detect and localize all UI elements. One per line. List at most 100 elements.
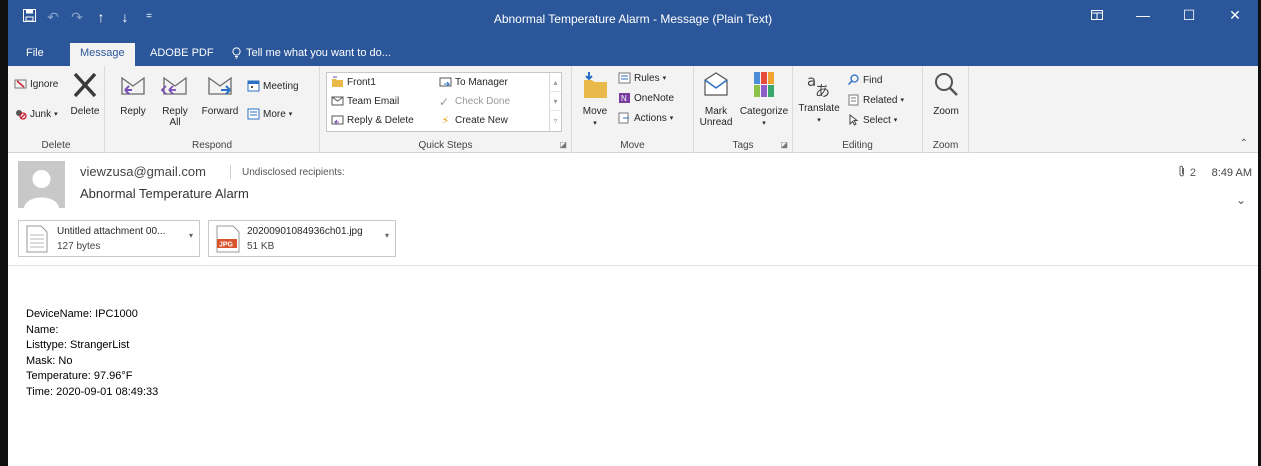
reply-icon [115,70,151,103]
folder-arrow-icon [331,76,344,88]
ignore-label: Ignore [30,78,59,90]
categorize-button[interactable]: Categorize ▾ [738,70,790,129]
find-button[interactable]: Find [847,74,882,86]
quick-step-front1[interactable]: Front1 [331,76,376,88]
quick-step-reply-delete-label: Reply & Delete [347,114,414,126]
meeting-label: Meeting [263,80,299,92]
mark-label: Mark [704,106,728,117]
attachment-dropdown-icon[interactable]: ▾ [385,231,389,240]
more-button[interactable]: More ▾ [247,108,292,120]
actions-icon [618,112,631,124]
reply-button[interactable]: Reply [115,70,151,117]
recipients[interactable]: Undisclosed recipients: [242,167,345,178]
collapse-ribbon-icon[interactable]: ⌃ [1240,138,1248,149]
quick-step-to-manager[interactable]: To Manager [439,76,508,88]
move-button[interactable]: Move ▾ [578,70,612,129]
forward-icon [197,70,243,103]
reply-all-button[interactable]: Reply All [157,70,193,128]
related-icon [847,94,860,106]
quick-steps-scrollbar[interactable]: ▴ ▾ ▿ [549,73,561,131]
rules-label: Rules [634,72,660,84]
window-controls: — ☐ ✕ [1074,0,1258,30]
forward-label: Forward [201,106,239,117]
ignore-button[interactable]: Ignore [14,78,58,90]
message-body[interactable]: DeviceName: IPC1000 Name: Listtype: Stra… [26,307,158,400]
dialog-launcher-icon[interactable]: ◪ [559,140,567,149]
zoom-button[interactable]: Zoom [927,70,965,117]
attachment-count: 2 [1189,167,1196,179]
attachment-name: 20200901084936ch01.jpg [247,226,363,237]
header-divider [8,265,1258,266]
lightbulb-icon [232,47,241,62]
editing-group-label: Editing [842,140,873,151]
body-line: Temperature: 97.96°F [26,370,133,382]
more-respond-icon [247,108,260,120]
chevron-down-icon[interactable]: ⌄ [1236,193,1246,207]
check-icon: ✓ [439,95,450,109]
body-line: Listtype: StrangerList [26,339,130,351]
quick-steps-gallery: Front1 Team Email Reply & Delete To Mana… [326,72,562,132]
avatar[interactable] [18,161,65,208]
onenote-button[interactable]: N OneNote [618,92,674,104]
translate-button[interactable]: aあ Translate ▾ [795,70,843,126]
ribbon-display-icon[interactable] [1074,0,1120,30]
junk-button[interactable]: Junk ▾ [14,108,58,120]
svg-text:N: N [621,94,627,103]
body-line: Mask: No [26,354,73,367]
dropdown-icon: ▾ [669,115,674,122]
delete-button[interactable]: Delete [68,70,102,117]
window-title: Abnormal Temperature Alarm - Message (Pl… [493,12,773,26]
tags-group-label: Tags [732,140,754,151]
quick-step-check-done[interactable]: ✓ Check Done [439,95,510,109]
attachment-card[interactable]: JPG 20200901084936ch01.jpg 51 KB ▾ [208,220,396,257]
onenote-label: OneNote [634,92,675,104]
select-label: Select [863,114,891,126]
search-icon [847,74,860,86]
move-label: Move [582,106,608,117]
mark-unread-button[interactable]: Mark Unread [696,70,736,128]
forward-button[interactable]: Forward [197,70,243,117]
text-file-icon [26,225,48,256]
body-line: DeviceName: IPC1000 [26,308,138,320]
quick-step-create-new-label: Create New [455,114,508,126]
rules-button[interactable]: Rules ▾ [618,72,666,84]
minimize-icon[interactable]: — [1120,0,1166,30]
maximize-icon[interactable]: ☐ [1166,0,1212,30]
team-email-icon [331,95,344,107]
close-icon[interactable]: ✕ [1212,0,1258,30]
move-folder-icon [578,70,612,103]
attachment-dropdown-icon[interactable]: ▾ [189,231,193,240]
quick-step-reply-delete[interactable]: Reply & Delete [331,114,414,126]
reply-all-label-2: All [169,117,181,128]
related-label: Related [863,94,898,106]
attachment-indicator: 2 [1178,165,1196,181]
quick-step-team-email[interactable]: Team Email [331,95,399,107]
dropdown-icon: ▾ [54,111,58,118]
tab-message[interactable]: Message [70,43,135,66]
junk-label: Junk [30,108,52,120]
dropdown-icon: ▾ [900,97,904,104]
zoom-group-label: Zoom [932,140,959,151]
more-quick-steps-icon[interactable]: ▿ [550,111,561,130]
tell-me-label: Tell me what you want to do... [246,47,391,59]
scroll-down-icon[interactable]: ▾ [550,92,561,111]
scroll-up-icon[interactable]: ▴ [550,73,561,92]
reply-label: Reply [120,106,146,117]
actions-button[interactable]: Actions ▾ [618,112,673,124]
dialog-launcher-icon[interactable]: ◪ [780,140,788,149]
tell-me-box[interactable]: Tell me what you want to do... [232,47,391,62]
tab-adobe-pdf[interactable]: ADOBE PDF [150,47,214,59]
ribbon-tabs: File Message ADOBE PDF Tell me what you … [8,40,1258,66]
dropdown-icon: ▾ [662,75,667,82]
attachment-card[interactable]: Untitled attachment 00... 127 bytes ▾ [18,220,200,257]
meeting-icon [247,80,260,92]
reply-all-icon [157,70,193,103]
respond-group-label: Respond [191,140,233,151]
sender-address[interactable]: viewzusa@gmail.com [80,164,206,179]
meeting-button[interactable]: Meeting [247,80,299,92]
related-button[interactable]: Related ▾ [847,94,904,106]
select-button[interactable]: Select ▾ [847,113,897,126]
quick-step-create-new[interactable]: ⚡ Create New [439,114,508,128]
message-subject: Abnormal Temperature Alarm [80,186,249,201]
tab-file[interactable]: File [26,47,44,59]
